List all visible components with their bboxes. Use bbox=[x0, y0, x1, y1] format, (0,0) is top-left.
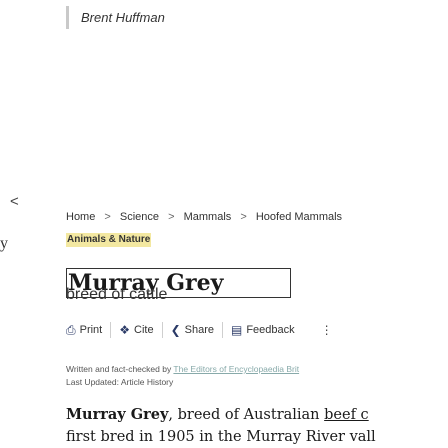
cite-label: Cite bbox=[134, 324, 154, 336]
author-name: Brent Huffman bbox=[81, 10, 165, 25]
body-line-1-text: , breed of Australian bbox=[168, 407, 320, 423]
toolbar-divider bbox=[161, 322, 163, 338]
written-by-line: Written and fact-checked by The Editors … bbox=[66, 363, 299, 376]
toolbar-divider bbox=[110, 322, 112, 338]
feedback-button[interactable]: ▤ Feedback bbox=[231, 323, 303, 337]
article-credits: Written and fact-checked by The Editors … bbox=[66, 363, 299, 389]
breadcrumb-separator: > bbox=[168, 211, 175, 223]
share-icon: ❮ bbox=[170, 323, 181, 337]
cite-button[interactable]: ❖ Cite bbox=[119, 323, 161, 337]
toolbar-divider bbox=[221, 322, 223, 338]
feedback-icon: ▤ bbox=[230, 323, 243, 337]
share-label: Share bbox=[184, 324, 214, 336]
last-updated-label: Last Updated: bbox=[66, 377, 119, 387]
author-byline: Brent Huffman bbox=[66, 6, 165, 29]
more-options-icon[interactable]: ⋮ bbox=[321, 323, 333, 337]
breadcrumb-science[interactable]: Science bbox=[120, 211, 159, 223]
breadcrumb-mammals[interactable]: Mammals bbox=[184, 211, 232, 223]
body-lead-term: Murray Grey bbox=[66, 406, 169, 423]
written-prefix: Written and fact-checked by bbox=[66, 364, 172, 374]
article-history-link[interactable]: Article History bbox=[121, 377, 173, 387]
beef-cattle-link[interactable]: beef c bbox=[324, 407, 369, 423]
sidebar-text-fragment: y bbox=[0, 235, 8, 252]
article-body: Murray Grey, breed of Australian beef c … bbox=[66, 404, 448, 448]
page-subtitle: breed of cattle bbox=[66, 286, 168, 303]
breadcrumb-separator: > bbox=[104, 211, 111, 223]
breadcrumb-home[interactable]: Home bbox=[66, 211, 95, 223]
share-button[interactable]: ❮ Share bbox=[171, 323, 222, 337]
printer-icon: ⎙ bbox=[66, 322, 76, 337]
breadcrumb-separator: > bbox=[240, 211, 247, 223]
topic-badge[interactable]: Animals & Nature bbox=[66, 233, 152, 247]
body-line-1: Murray Grey, breed of Australian beef c bbox=[66, 404, 448, 426]
print-button[interactable]: ⎙ Print bbox=[66, 323, 110, 338]
breadcrumb: Home > Science > Mammals > Hoofed Mammal… bbox=[66, 211, 342, 223]
feedback-label: Feedback bbox=[246, 324, 295, 336]
body-line-2: first bred in 1905 in the Murray River v… bbox=[66, 429, 376, 445]
sidebar-collapse-chevron-icon[interactable]: < bbox=[10, 193, 19, 210]
breadcrumb-hoofed-mammals[interactable]: Hoofed Mammals bbox=[256, 211, 342, 223]
last-updated-line: Last Updated: Article History bbox=[66, 376, 299, 389]
article-toolbar: ⎙ Print ❖ Cite ❮ Share ▤ Feedback ⋮ bbox=[66, 320, 448, 340]
cite-icon: ❖ bbox=[119, 323, 130, 337]
editors-link[interactable]: The Editors of Encyclopaedia Brit bbox=[173, 364, 299, 374]
print-label: Print bbox=[79, 324, 103, 336]
